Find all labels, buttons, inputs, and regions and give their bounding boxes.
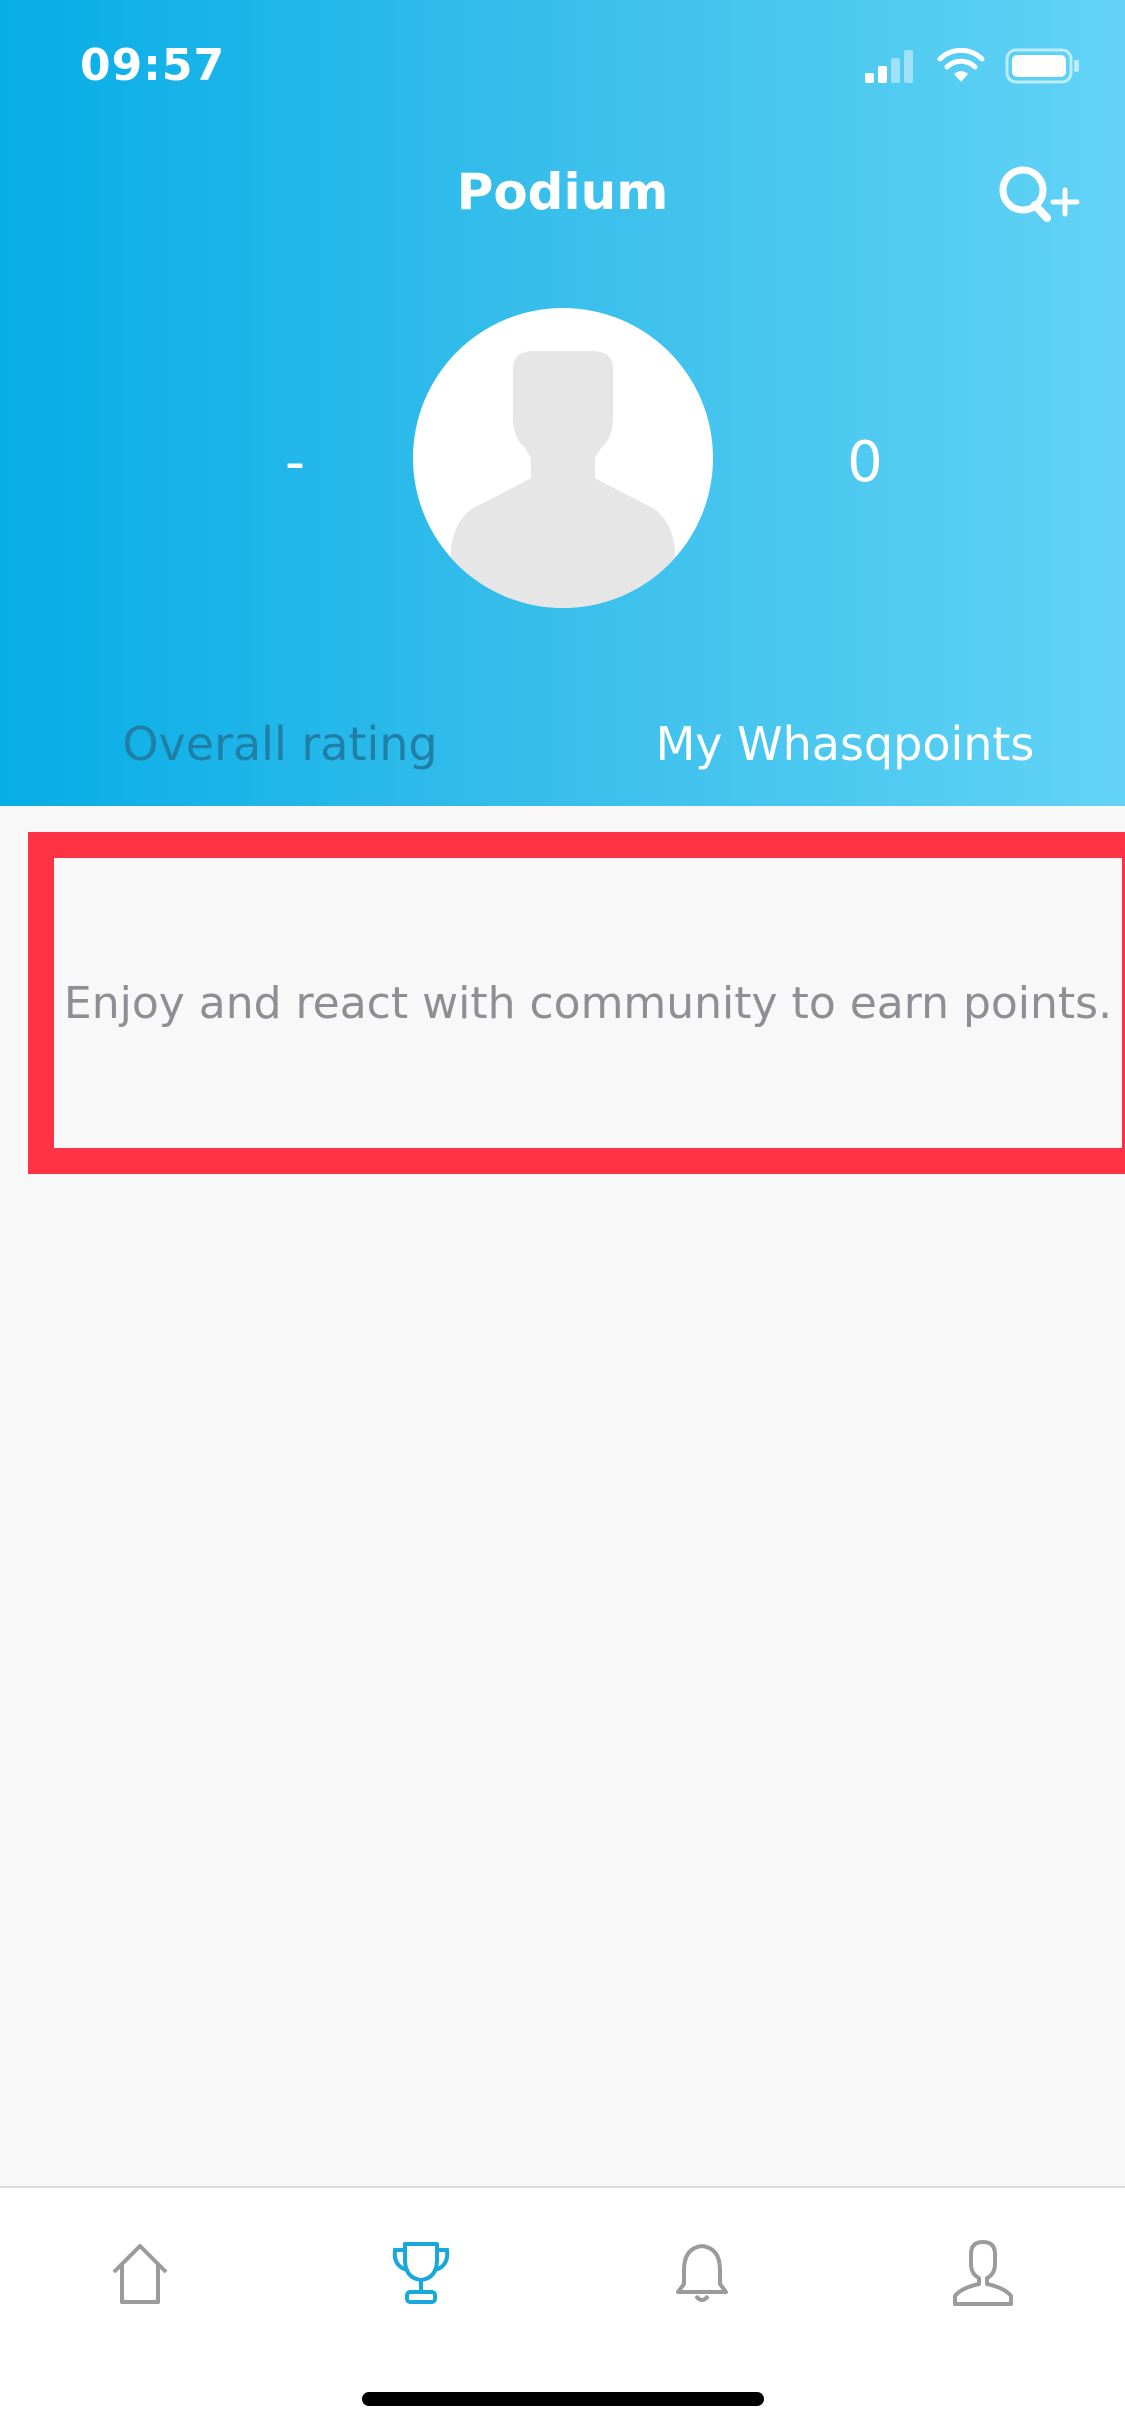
status-icons [863,48,1081,84]
status-time: 09:57 [80,40,226,91]
tab-podium[interactable] [376,2228,466,2318]
home-indicator[interactable] [362,2392,764,2406]
avatar-placeholder-icon [451,351,675,608]
overall-rating-value: - [284,430,306,495]
empty-state-message: Enjoy and react with community to earn p… [63,977,1113,1029]
search-add-icon [999,166,1080,222]
wifi-icon [937,48,985,82]
page-title: Podium [456,163,669,221]
battery-icon [1005,48,1079,84]
whasqpoints-value: 0 [847,430,883,495]
add-friend-button[interactable] [993,160,1081,236]
tab-profile[interactable] [938,2228,1028,2318]
home-icon [112,2244,168,2304]
bell-icon [676,2244,728,2302]
signal-icon [865,50,913,83]
avatar[interactable] [413,308,713,608]
podium-screen: 09:57 Podium - 0 Overall rating My Whasq… [0,0,1125,2436]
trophy-icon [392,2242,450,2304]
tab-home[interactable] [95,2228,185,2318]
profile-icon [953,2240,1013,2306]
tab-notifications[interactable] [657,2228,747,2318]
whasqpoints-label: My Whasqpoints [655,717,1035,771]
empty-state-message-box: Enjoy and react with community to earn p… [28,832,1125,1174]
overall-rating-label: Overall rating [122,717,438,771]
